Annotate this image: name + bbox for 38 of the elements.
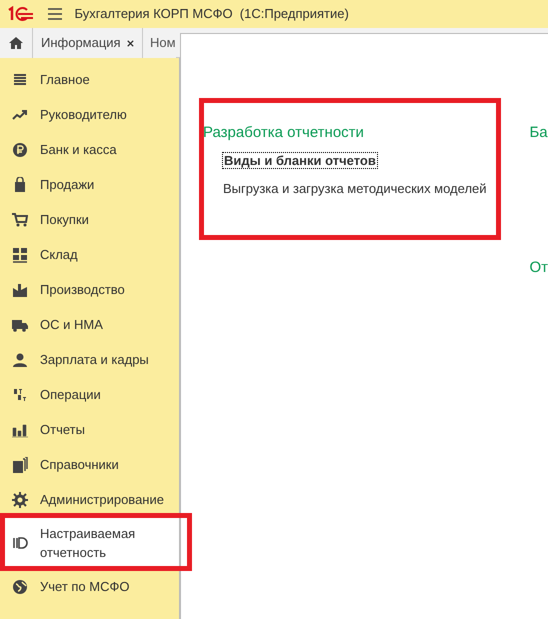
globe-icon [12, 578, 28, 594]
group-title: От [529, 258, 548, 278]
bar-chart-icon [12, 422, 28, 438]
group-title: Разработка отчетности [203, 123, 365, 143]
sidebar-item[interactable]: Банк и касса [0, 132, 179, 167]
menu-icon[interactable] [48, 8, 62, 20]
grid-icon [12, 246, 28, 262]
sidebar-item[interactable]: Производство [0, 272, 179, 307]
sidebar-item[interactable]: Администрирование [0, 482, 179, 517]
bag-icon [12, 176, 28, 192]
person-icon [12, 352, 28, 368]
report-link[interactable]: Виды и бланки отчетов [223, 153, 377, 168]
sidebar-item[interactable]: Зарплата и кадры [0, 342, 179, 377]
sidebar-item[interactable]: Склад [0, 237, 179, 272]
sidebar-item[interactable]: Отчеты [0, 412, 179, 447]
sidebar-item[interactable]: Справочники [0, 447, 179, 482]
sidebar-item[interactable]: ОС и НМА [0, 307, 179, 342]
cart-icon [12, 212, 28, 228]
sidebar-item[interactable]: Главное [0, 62, 179, 97]
group-title: Ба [529, 123, 548, 143]
gear-icon [12, 492, 28, 508]
sidebar-item[interactable]: Учет по МСФО [0, 569, 179, 604]
report-link[interactable]: Выгрузка и загрузка методических моделей [223, 180, 487, 196]
sidebar-item[interactable]: Покупки [0, 202, 179, 237]
list-icon [12, 72, 28, 88]
report-icon [12, 535, 28, 551]
sidebar-item[interactable]: Продажи [0, 167, 179, 202]
home-tab[interactable] [0, 28, 33, 58]
ruble-icon [12, 142, 28, 158]
home-icon [9, 37, 23, 49]
logo-icon [6, 6, 34, 22]
sidebar-item[interactable]: Операции [0, 377, 179, 412]
sidebar-item[interactable]: Руководителю [0, 97, 179, 132]
window-title: Бухгалтерия КОРП МСФО (1С:Предприятие) [74, 5, 349, 24]
factory-icon [12, 282, 28, 298]
close-icon[interactable] [127, 38, 134, 48]
tab[interactable]: Информация [33, 28, 143, 58]
books-icon [12, 456, 28, 472]
